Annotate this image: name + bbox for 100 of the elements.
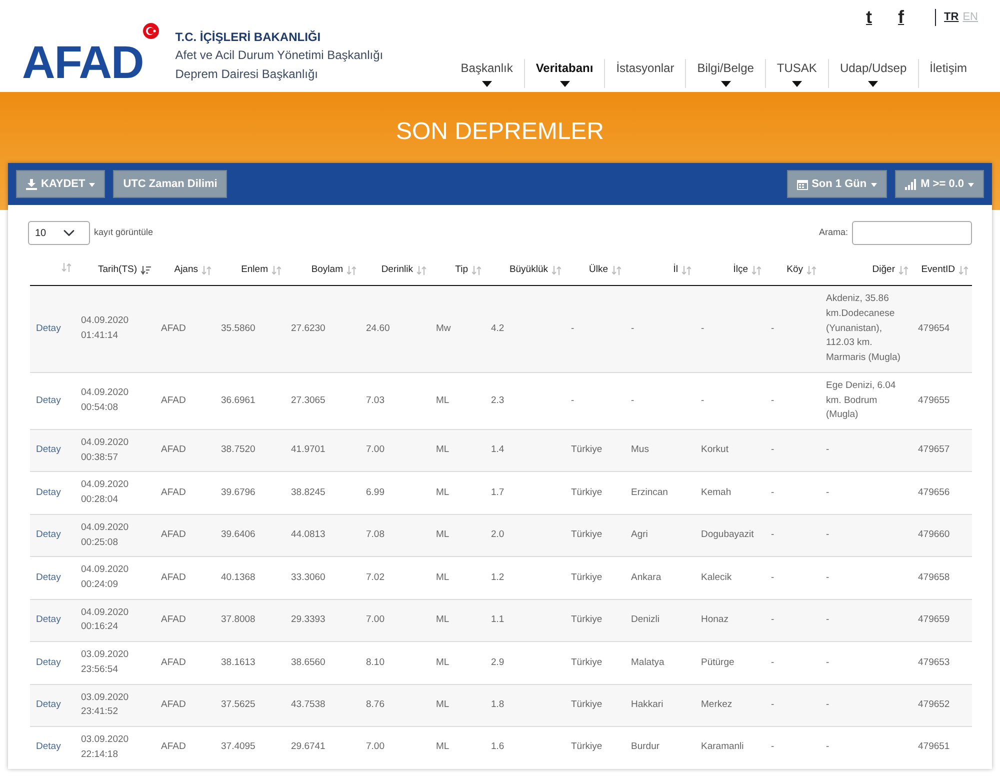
table-cell: Türkiye [571,572,602,583]
table-cell: Burdur [631,741,660,752]
table-cell: 37.4095 [221,741,256,752]
search-label: Arama: [818,226,848,240]
language-link[interactable]: TR [944,9,959,26]
table-cell: 36.6961 [221,394,256,406]
detail-link[interactable]: Detay [36,444,61,456]
table-cell: - [571,322,574,334]
table-cell: 39.6406 [221,529,256,540]
nav-link[interactable]: İstasyonlar [604,59,686,88]
table-cell: 479660 [918,529,950,540]
table-cell: - [771,444,774,456]
table-cell: AFAD [161,614,186,626]
table-cell: 7.00 [366,614,384,626]
column-header[interactable]: Köy [786,263,803,278]
table-cell-text: 04.09.2020 00:28:04 [81,478,130,508]
table-cell: AFAD [161,741,186,752]
table-cell: 479654 [918,322,950,334]
table-cell: 38.7520 [221,444,256,456]
detail-link[interactable]: Detay [36,322,61,334]
table-cell: 479651 [918,741,950,752]
table-cell: AFAD [161,656,186,668]
table-cell: Korkut [701,444,728,456]
table-cell: - [826,444,830,456]
table-cell: ML [436,698,450,710]
table-cell: 24.60 [366,322,390,334]
table-cell: Dogubayazit [701,529,754,540]
table-cell: ML [436,444,450,456]
table-cell: 1.6 [491,741,504,752]
table-cell: - [826,656,830,668]
table-cell: Ege Denizi, 6.04 km. Bodrum (Mugla) [826,380,896,420]
column-header[interactable]: İlçe [733,263,748,278]
column-header[interactable]: Enlem [241,263,268,278]
column-header[interactable]: İl [673,263,678,278]
column-header[interactable]: Ülke [588,263,608,278]
signal-icon [904,178,917,190]
detail-link[interactable]: Detay [36,741,61,752]
column-header[interactable]: EventID [921,263,955,278]
table-cell: 479659 [918,614,950,626]
search-field[interactable] [852,221,972,245]
table-cell: AFAD [161,572,186,583]
table-cell: - [826,741,830,752]
table-cell: 479652 [918,698,950,710]
table-cell: ML [436,486,450,498]
detail-link[interactable]: Detay [36,394,61,406]
table-cell: - [826,698,830,710]
table-cell: 41.9701 [291,444,326,456]
detail-link[interactable]: Detay [36,614,61,626]
column-header[interactable]: Tarih(TS) [98,263,137,278]
page-size-select[interactable]: 10 [28,221,90,245]
table-cell: 8.10 [366,656,384,668]
table-cell: - [771,486,774,498]
table-cell: Kalecik [701,572,732,583]
table-cell: 2.0 [491,529,504,540]
page-size-label: kayıt görüntüle [94,226,154,240]
column-header[interactable]: Diğer [872,263,895,278]
table-cell: 7.08 [366,529,384,540]
detail-link[interactable]: Detay [36,698,61,710]
table-cell: - [771,572,774,583]
table-cell: 37.5625 [221,698,256,710]
column-header[interactable]: Ajans [174,263,198,278]
table-cell: Türkiye [571,614,602,626]
table-cell: Türkiye [571,486,602,498]
table-cell-text: 04.09.2020 00:16:24 [81,606,130,634]
detail-link[interactable]: Detay [36,572,61,583]
nav-link[interactable]: İletişim [918,59,978,88]
table-cell: 7.00 [366,741,384,752]
table-cell: 1.8 [491,698,504,710]
table-cell: 40.1368 [221,572,256,583]
social-link[interactable]: f [887,4,916,31]
table-cell: AFAD [161,394,186,406]
table-cell: 33.3060 [291,572,326,583]
table-cell: 4.2 [491,322,504,334]
table-cell: Honaz [701,614,728,626]
table-cell: ML [436,741,450,752]
table-cell: 44.0813 [291,529,326,540]
table-cell: ML [436,656,450,668]
table-cell: ML [436,572,450,583]
column-header[interactable]: Boylam [311,263,343,278]
column-header[interactable]: Derinlik [381,263,413,278]
table-cell: 29.6741 [291,741,326,752]
table-cell: 479656 [918,486,950,498]
table-cell: - [631,394,634,406]
table-cell: ML [436,529,450,540]
table-cell: Türkiye [571,444,602,456]
table-cell: 38.1613 [221,656,256,668]
table-cell: 479657 [918,444,950,456]
social-link[interactable]: t [855,4,884,31]
download-icon [26,178,37,190]
flag-icon [143,23,160,39]
detail-link[interactable]: Detay [36,529,61,540]
table-cell: - [701,322,704,334]
column-header[interactable]: Tip [455,263,468,278]
table-cell: Hakkari [631,698,664,710]
table-cell: Mus [631,444,649,456]
column-header[interactable]: Büyüklük [509,263,548,278]
table-cell: 39.6796 [221,486,256,498]
detail-link[interactable]: Detay [36,486,61,498]
table-cell: Merkez [701,698,732,710]
detail-link[interactable]: Detay [36,656,61,668]
